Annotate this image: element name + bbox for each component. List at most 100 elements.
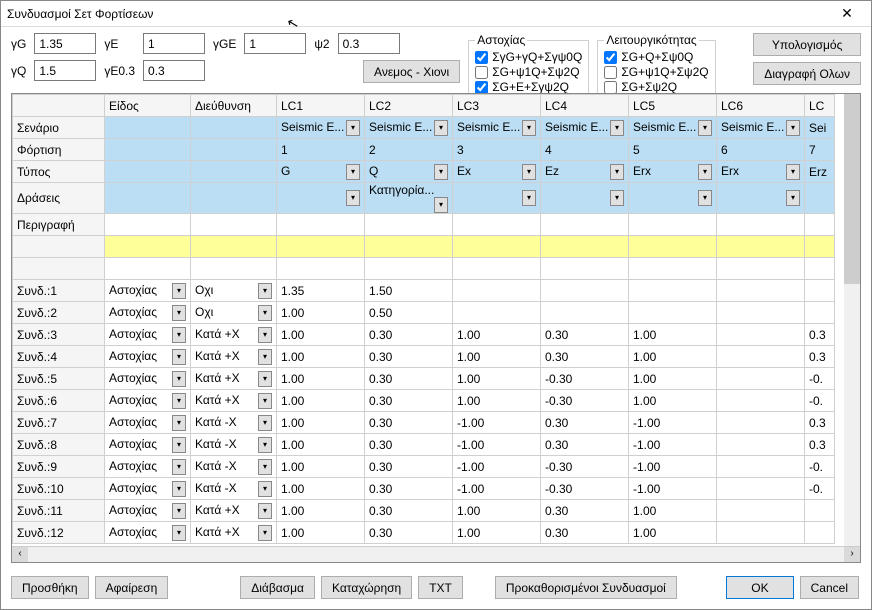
astoxias-check-2[interactable] [475,66,488,79]
chevron-down-icon[interactable] [258,503,272,519]
draseis-lc2[interactable]: Κατηγορία... [365,183,453,214]
psi2-input[interactable] [338,33,400,54]
combo-lc5[interactable]: -1.00 [629,412,717,434]
combo-lc7[interactable]: 0.3 [805,434,835,456]
horizontal-scrollbar[interactable]: ‹ › [12,546,860,562]
combo-lc1[interactable]: 1.00 [277,324,365,346]
draseis-lc5[interactable] [629,183,717,214]
combo-lc3[interactable]: 1.00 [453,500,541,522]
combo-lc1[interactable]: 1.00 [277,434,365,456]
combo-lc3[interactable]: 1.00 [453,390,541,412]
chevron-down-icon[interactable] [258,415,272,431]
fortisi-lc4[interactable]: 4 [541,139,629,161]
combo-eidos[interactable]: Αστοχίας [105,280,191,302]
combo-lc1[interactable]: 1.00 [277,522,365,544]
leit-check-1[interactable] [604,51,617,64]
combo-eidos[interactable]: Αστοχίας [105,500,191,522]
combo-lc1[interactable]: 1.00 [277,346,365,368]
combo-lc7[interactable]: -0. [805,456,835,478]
header-lc4[interactable]: LC4 [541,95,629,117]
combo-dieuth[interactable]: Κατά +X [191,500,277,522]
combo-dieuth[interactable]: Κατά +X [191,324,277,346]
chevron-down-icon[interactable] [610,164,624,180]
wind-snow-button[interactable]: Ανεμος - Χιονι [363,60,460,83]
combo-lc6[interactable] [717,302,805,324]
chevron-down-icon[interactable] [258,371,272,387]
combo-lc7[interactable]: 0.3 [805,324,835,346]
combo-lc6[interactable] [717,478,805,500]
combo-lc3[interactable]: -1.00 [453,412,541,434]
chevron-down-icon[interactable] [786,120,800,136]
combo-lc5[interactable]: -1.00 [629,434,717,456]
chevron-down-icon[interactable] [258,327,272,343]
chevron-down-icon[interactable] [258,525,272,541]
combo-lc4[interactable] [541,302,629,324]
combo-dieuth[interactable]: Κατά +X [191,368,277,390]
combo-lc1[interactable]: 1.35 [277,280,365,302]
combo-lc5[interactable]: -1.00 [629,478,717,500]
combo-eidos[interactable]: Αστοχίας [105,302,191,324]
combo-lc7[interactable] [805,280,835,302]
combo-lc3[interactable]: 1.00 [453,522,541,544]
combo-lc1[interactable]: 1.00 [277,368,365,390]
header-lc5[interactable]: LC5 [629,95,717,117]
chevron-down-icon[interactable] [434,120,448,136]
chevron-down-icon[interactable] [258,393,272,409]
combo-lc5[interactable]: 1.00 [629,390,717,412]
read-button[interactable]: Διάβασμα [240,576,315,599]
senario-lc6[interactable]: Seismic E... [717,117,805,139]
combo-lc2[interactable]: 0.30 [365,412,453,434]
senario-lc4[interactable]: Seismic E... [541,117,629,139]
header-lc6[interactable]: LC6 [717,95,805,117]
combo-lc6[interactable] [717,522,805,544]
combo-dieuth[interactable]: Κατά -X [191,456,277,478]
gE03-input[interactable] [143,60,205,81]
combo-lc5[interactable]: 1.00 [629,346,717,368]
chevron-down-icon[interactable] [610,120,624,136]
chevron-down-icon[interactable] [698,190,712,206]
fortisi-lc6[interactable]: 6 [717,139,805,161]
senario-lc1[interactable]: Seismic E... [277,117,365,139]
combo-lc3[interactable]: -1.00 [453,434,541,456]
fortisi-lc7[interactable]: 7 [805,139,835,161]
chevron-down-icon[interactable] [172,503,186,519]
combo-lc2[interactable]: 0.30 [365,324,453,346]
combo-lc2[interactable]: 0.30 [365,390,453,412]
combo-eidos[interactable]: Αστοχίας [105,434,191,456]
combo-lc6[interactable] [717,390,805,412]
combo-lc7[interactable]: 0.3 [805,412,835,434]
chevron-down-icon[interactable] [172,525,186,541]
fortisi-lc2[interactable]: 2 [365,139,453,161]
combo-lc5[interactable]: -1.00 [629,456,717,478]
combo-lc6[interactable] [717,346,805,368]
combo-lc4[interactable]: -0.30 [541,456,629,478]
chevron-down-icon[interactable] [610,190,624,206]
gGE-input[interactable] [244,33,306,54]
combo-lc2[interactable]: 0.30 [365,478,453,500]
combo-lc1[interactable]: 1.00 [277,302,365,324]
vertical-scrollbar[interactable] [844,94,860,546]
chevron-down-icon[interactable] [346,164,360,180]
header-eidos[interactable]: Είδος [105,95,191,117]
header-lc3[interactable]: LC3 [453,95,541,117]
combo-dieuth[interactable]: Κατά -X [191,478,277,500]
typos-lc5[interactable]: Erx [629,161,717,183]
chevron-down-icon[interactable] [434,164,448,180]
combo-lc3[interactable] [453,280,541,302]
combo-dieuth[interactable]: Κατά +X [191,390,277,412]
combo-lc4[interactable]: 0.30 [541,522,629,544]
header-lc1[interactable]: LC1 [277,95,365,117]
chevron-down-icon[interactable] [522,120,536,136]
combo-lc4[interactable]: -0.30 [541,478,629,500]
chevron-down-icon[interactable] [786,190,800,206]
senario-lc3[interactable]: Seismic E... [453,117,541,139]
combo-dieuth[interactable]: Κατά -X [191,412,277,434]
combo-lc1[interactable]: 1.00 [277,412,365,434]
combo-eidos[interactable]: Αστοχίας [105,478,191,500]
chevron-down-icon[interactable] [786,164,800,180]
scroll-thumb[interactable] [844,94,860,284]
combo-lc3[interactable]: 1.00 [453,368,541,390]
chevron-down-icon[interactable] [172,349,186,365]
senario-lc5[interactable]: Seismic E... [629,117,717,139]
typos-lc6[interactable]: Erx [717,161,805,183]
